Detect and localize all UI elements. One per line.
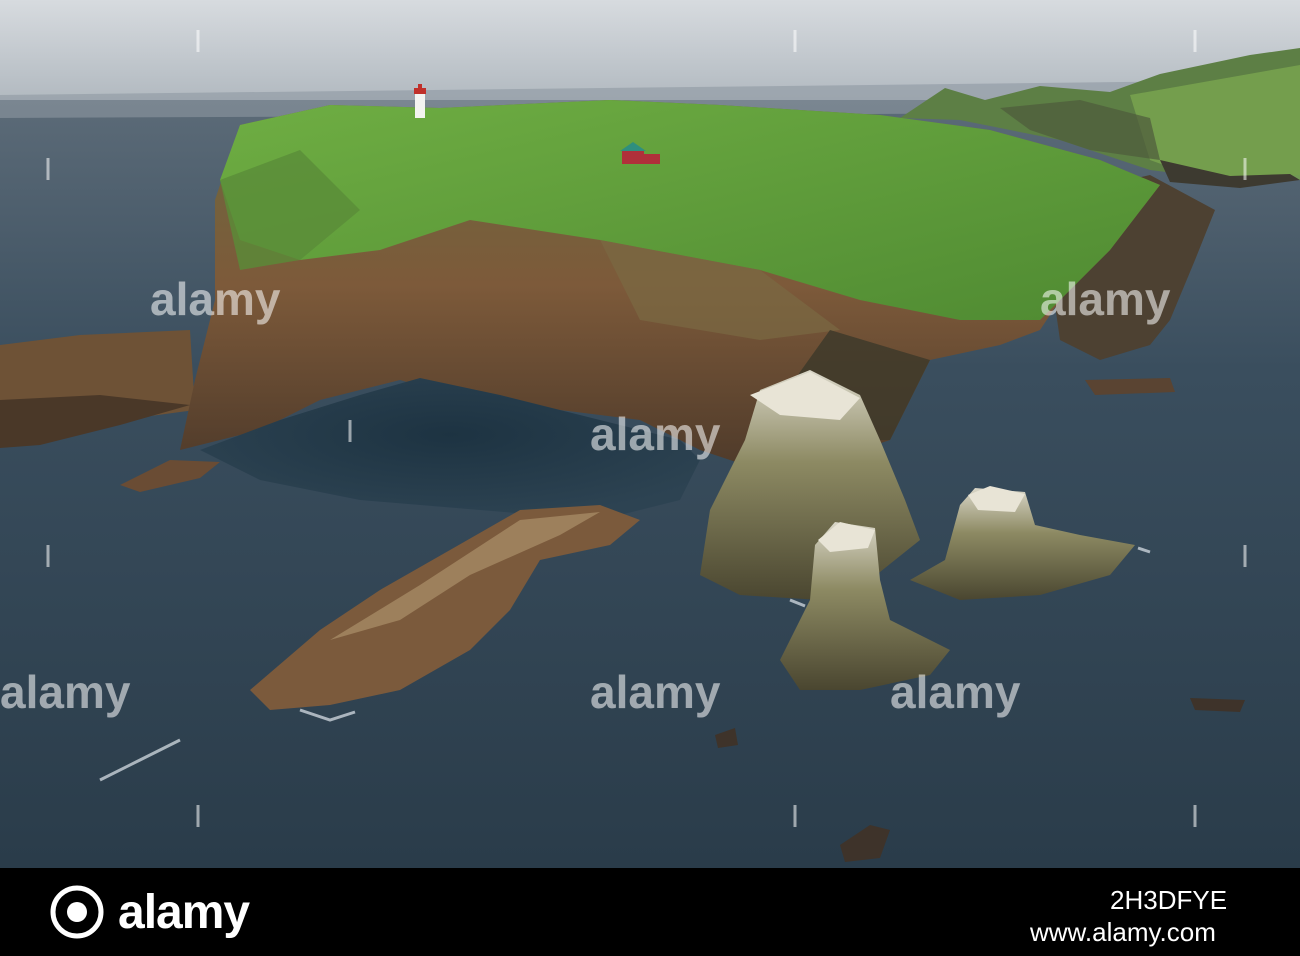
svg-text:alamy: alamy <box>590 408 721 460</box>
svg-text:alamy: alamy <box>590 666 721 718</box>
lighthouse <box>414 84 426 118</box>
site-url[interactable]: www.alamy.com <box>1030 918 1216 947</box>
image-id: 2H3DFYE <box>1110 885 1228 915</box>
footer-bar: alamy 2H3DFYE www.alamy.com <box>0 868 1300 956</box>
alamy-logo-icon <box>50 885 104 939</box>
stock-photo: alamy alamy alamy alamy alamy alamy <box>0 0 1300 868</box>
svg-text:alamy: alamy <box>0 666 131 718</box>
footer-logo-text: alamy <box>118 885 250 939</box>
svg-text:alamy: alamy <box>1040 273 1171 325</box>
footer-logo[interactable]: alamy <box>50 885 250 939</box>
svg-text:alamy: alamy <box>150 273 281 325</box>
svg-text:alamy: alamy <box>890 666 1021 718</box>
